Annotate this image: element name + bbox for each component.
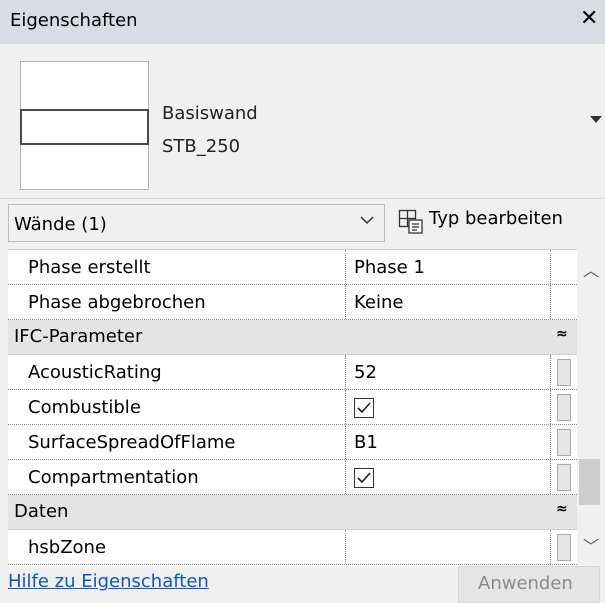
property-row-acoustic-rating: AcousticRating 52 xyxy=(8,355,577,390)
scroll-down-icon[interactable]: ﹀ xyxy=(583,533,599,557)
collapse-icon[interactable]: ≈ xyxy=(556,501,568,517)
associate-parameter-button[interactable] xyxy=(557,394,571,421)
type-family-label: Basiswand xyxy=(162,103,258,124)
property-row-phase-created: Phase erstellt Phase 1 xyxy=(8,250,577,285)
associate-parameter-button[interactable] xyxy=(557,464,571,491)
property-name: SurfaceSpreadOfFlame xyxy=(28,432,236,453)
associate-parameter-button[interactable] xyxy=(557,429,571,456)
apply-button-label: Anwenden xyxy=(478,573,573,594)
property-row-phase-demolished: Phase abgebrochen Keine xyxy=(8,285,577,320)
associate-parameter-button[interactable] xyxy=(557,359,571,386)
group-name: IFC-Parameter xyxy=(14,326,143,347)
property-name: Combustible xyxy=(28,397,141,418)
checkbox-checked-icon[interactable] xyxy=(354,398,374,418)
property-row-combustible: Combustible xyxy=(8,390,577,425)
property-name: Phase erstellt xyxy=(28,257,151,278)
param-link-cell xyxy=(550,250,577,284)
group-header-data[interactable]: Daten ≈ xyxy=(8,495,577,530)
param-link-cell xyxy=(550,285,577,319)
wall-preview-band xyxy=(20,109,149,145)
type-preview-image xyxy=(20,61,149,190)
property-value-cell[interactable] xyxy=(345,530,550,564)
checkbox-checked-icon[interactable] xyxy=(354,468,374,488)
property-value[interactable]: Phase 1 xyxy=(354,257,425,278)
panel-title: Eigenschaften xyxy=(10,10,138,31)
properties-grid: Phase erstellt Phase 1 Phase abgebrochen… xyxy=(8,249,577,567)
property-value[interactable]: 52 xyxy=(354,362,377,383)
properties-help-link[interactable]: Hilfe zu Eigenschaften xyxy=(8,571,209,592)
property-row-surface-spread: SurfaceSpreadOfFlame B1 xyxy=(8,425,577,460)
properties-scrollbar[interactable] xyxy=(577,249,602,567)
scroll-up-icon[interactable]: ︿ xyxy=(583,257,599,281)
property-value[interactable]: Keine xyxy=(354,292,403,313)
associate-parameter-button[interactable] xyxy=(557,534,571,561)
property-value-cell xyxy=(345,390,550,424)
property-name: Phase abgebrochen xyxy=(28,292,206,313)
collapse-icon[interactable]: ≈ xyxy=(556,326,568,342)
dropdown-arrow-icon[interactable] xyxy=(590,116,602,123)
property-value-cell xyxy=(345,460,550,494)
property-row-hsbzone: hsbZone xyxy=(8,530,577,565)
property-name: hsbZone xyxy=(28,537,107,558)
group-name: Daten xyxy=(14,501,69,522)
scrollbar-thumb[interactable] xyxy=(579,459,600,505)
edit-type-icon xyxy=(398,209,423,234)
property-row-compartmentation: Compartmentation xyxy=(8,460,577,495)
property-value[interactable]: B1 xyxy=(354,432,378,453)
chevron-down-icon[interactable] xyxy=(359,213,375,227)
close-icon[interactable]: ✕ xyxy=(580,6,598,31)
edit-type-label: Typ bearbeiten xyxy=(429,208,563,229)
group-header-ifc[interactable]: IFC-Parameter ≈ xyxy=(8,320,577,355)
category-filter-value: Wände (1) xyxy=(14,214,107,235)
property-name: AcousticRating xyxy=(28,362,162,383)
type-name-label: STB_250 xyxy=(162,136,241,157)
property-name: Compartmentation xyxy=(28,467,199,488)
